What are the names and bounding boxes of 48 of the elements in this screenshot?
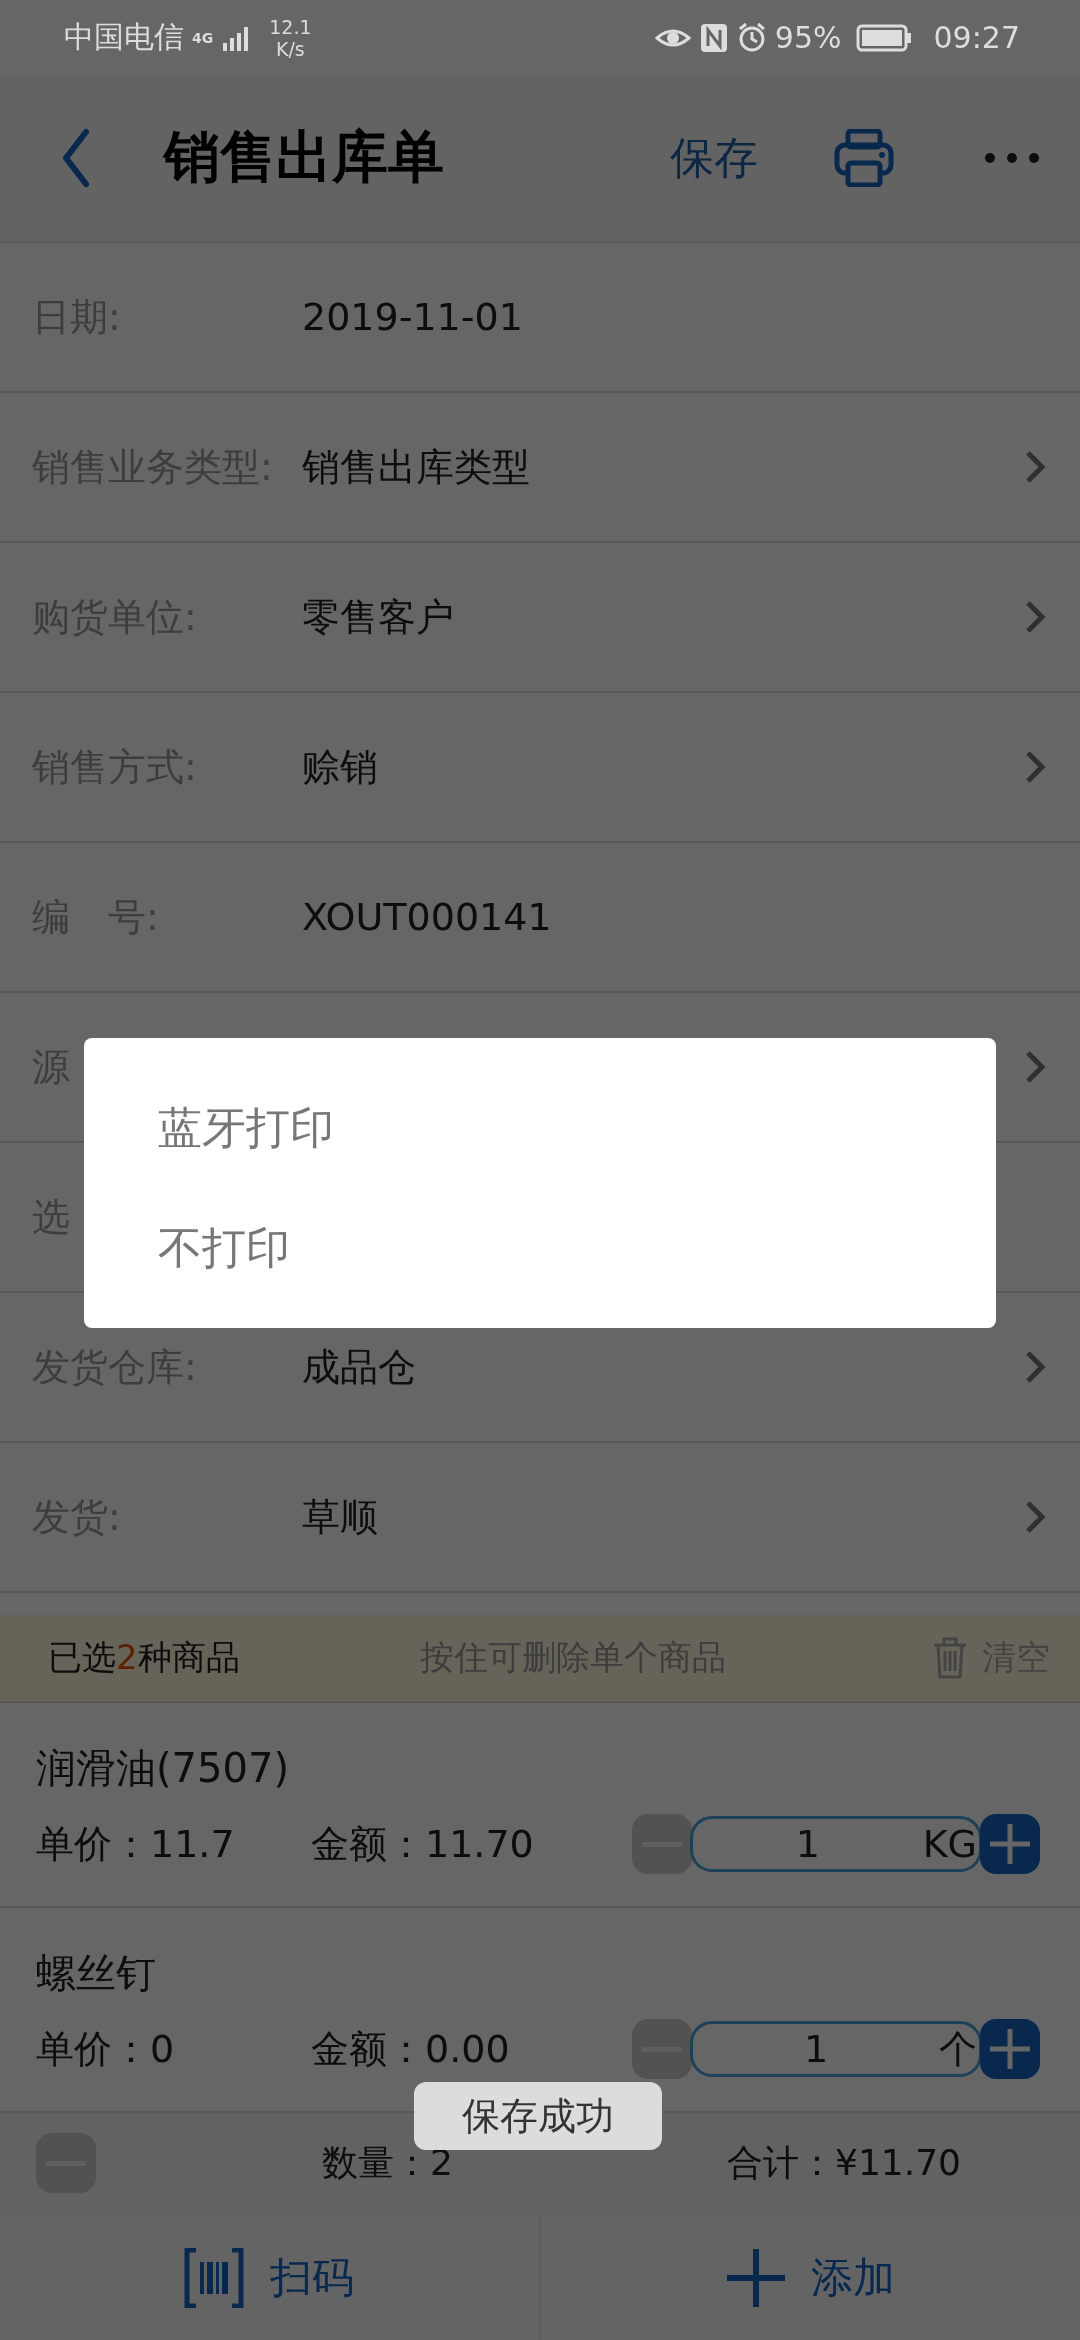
increase-button[interactable] (980, 1814, 1040, 1874)
back-icon (60, 128, 92, 188)
trash-icon (932, 1637, 968, 1679)
plus-icon (990, 2029, 1030, 2069)
field-value: XOUT000141 (302, 895, 553, 939)
printer-icon (834, 129, 894, 187)
more-button[interactable] (984, 152, 1040, 164)
field-value: 销售出库类型 (302, 443, 531, 491)
print-option[interactable]: 蓝牙打印 (84, 1068, 996, 1188)
quantity-field[interactable]: 1 个 (690, 2021, 982, 2077)
line-amount: 金额：0.00 (311, 2025, 511, 2073)
line-amount: 金额：11.70 (311, 1820, 535, 1868)
scan-button[interactable]: 扫码 (0, 2215, 538, 2340)
product-name: 润滑油(7507) (36, 1744, 289, 1793)
unit-price: 单价：0 (36, 2025, 176, 2073)
back-button[interactable] (60, 128, 92, 188)
decrease-button[interactable] (632, 1814, 692, 1874)
more-icon (984, 152, 1040, 164)
plus-icon (990, 1824, 1030, 1864)
product-name: 螺丝钉 (36, 1949, 156, 1998)
print-button[interactable] (834, 129, 894, 187)
toast-message: 保存成功 (414, 2082, 662, 2150)
battery-icon (855, 22, 912, 53)
plus-icon (727, 2248, 785, 2307)
selected-count: 已选2种商品 (48, 1636, 241, 1679)
field-value: 草顺 (302, 1493, 379, 1541)
total-amount: 合计：¥11.70 (727, 2140, 961, 2185)
page-title: 销售出库单 (164, 123, 444, 191)
field-value: 赊销 (302, 743, 379, 791)
network-type: 4G (192, 29, 214, 46)
field-value: 零售客户 (302, 593, 455, 641)
nfc-icon (698, 21, 729, 54)
increase-button[interactable] (980, 2019, 1040, 2079)
clock-time: 09:27 (933, 20, 1020, 55)
field-value: 2019-11-01 (302, 295, 524, 339)
quantity-field[interactable]: 1 KG (690, 1816, 982, 1872)
field-value: 成品仓 (302, 1343, 417, 1391)
decrease-button[interactable] (632, 2019, 692, 2079)
add-button[interactable]: 添加 (542, 2215, 1080, 2340)
barcode-scan-icon (184, 2247, 244, 2308)
network-speed: 12.1 (269, 15, 312, 38)
unit-price: 单价：11.7 (36, 1820, 236, 1868)
alarm-icon (736, 21, 767, 54)
print-option[interactable]: 不打印 (84, 1188, 996, 1308)
carrier-name: 中国电信 (64, 18, 184, 56)
save-button[interactable]: 保存 (670, 128, 758, 188)
speed-unit: K/s (276, 37, 305, 60)
battery-level: 95% (774, 20, 842, 55)
